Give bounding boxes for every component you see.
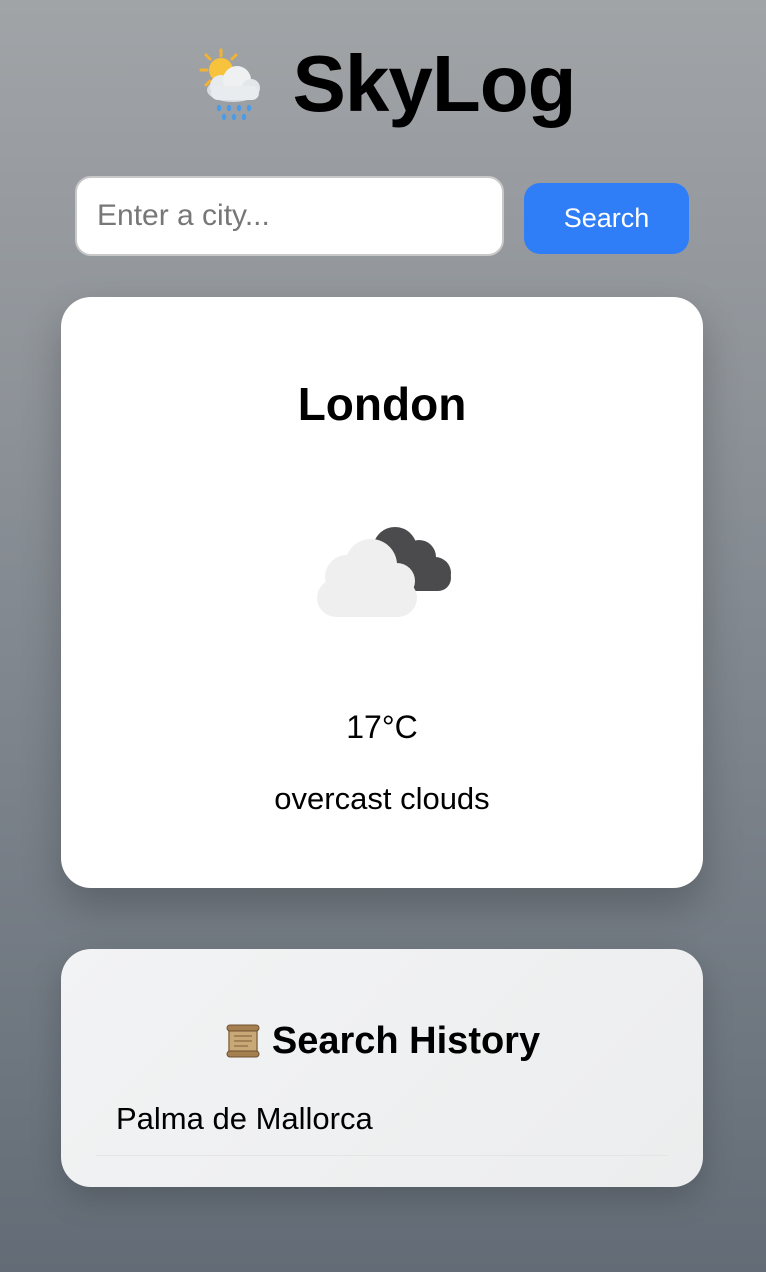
scroll-icon [226, 1024, 260, 1058]
history-title: Search History [271, 1019, 541, 1062]
temperature: 17°C [346, 709, 418, 745]
search-button[interactable]: Search [524, 183, 689, 254]
city-search-input[interactable] [75, 176, 504, 256]
weather-description: overcast clouds [274, 781, 490, 816]
weather-card: London 17°C overcast clouds [61, 297, 703, 888]
history-heading: Search History [61, 1019, 703, 1063]
search-history-card: Search History Palma de Mallorca [61, 949, 703, 1187]
history-list: Palma de Mallorca [96, 1099, 668, 1156]
sun-behind-rain-cloud-icon [199, 48, 260, 121]
overcast-clouds-icon [317, 527, 451, 617]
app-header: SkyLog [0, 36, 766, 132]
city-name: London [297, 378, 467, 430]
history-item[interactable]: Palma de Mallorca [96, 1099, 668, 1156]
app-title: SkyLog [292, 39, 577, 128]
